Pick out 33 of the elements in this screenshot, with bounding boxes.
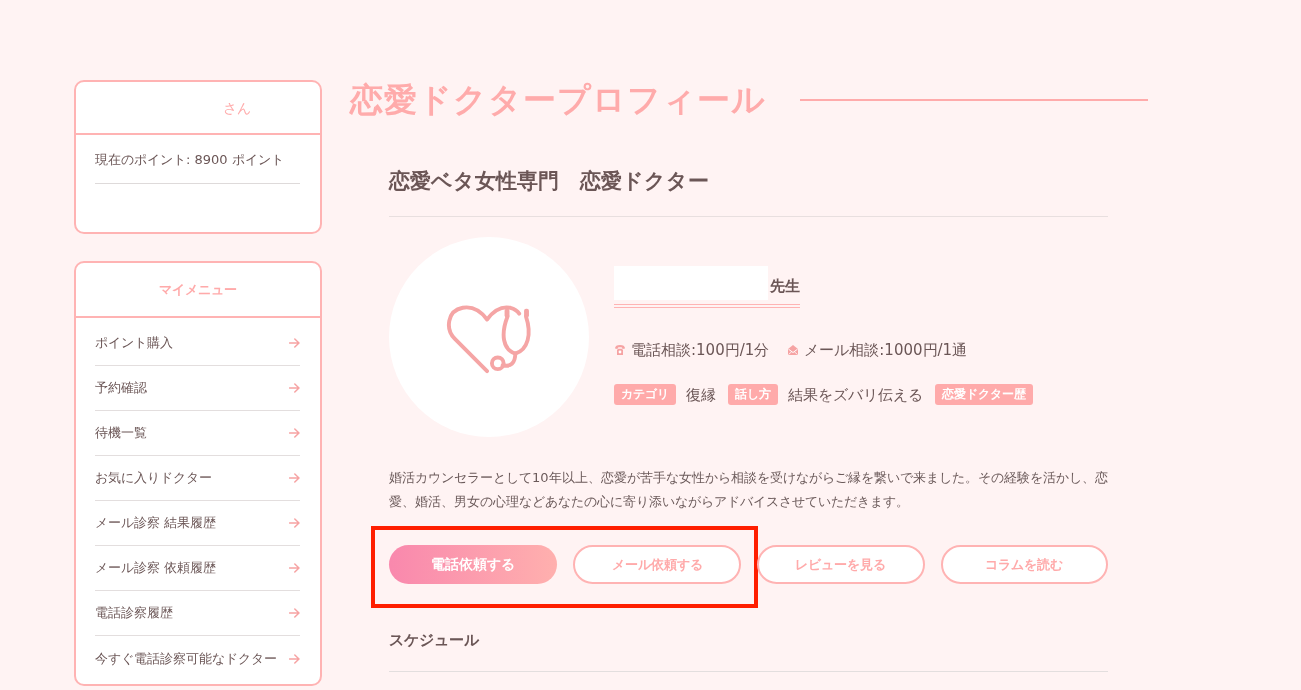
phone-icon bbox=[614, 344, 626, 356]
honorific-label: 先生 bbox=[770, 276, 800, 297]
attribute-tag: 話し方 bbox=[728, 384, 778, 405]
menu-item[interactable]: 電話診察履歴 bbox=[95, 591, 300, 636]
menu-item[interactable]: メール診察 結果履歴 bbox=[95, 501, 300, 546]
arrow-right-icon bbox=[289, 518, 300, 528]
menu-item[interactable]: メール診察 依頼履歴 bbox=[95, 546, 300, 591]
arrow-right-icon bbox=[289, 428, 300, 438]
envelope-icon bbox=[787, 344, 800, 356]
points-balance: 現在のポイント: 8900 ポイント bbox=[95, 151, 285, 169]
attribute-tag: 恋愛ドクター歴 bbox=[935, 384, 1033, 405]
page-title: 恋愛ドクタープロフィール bbox=[350, 80, 766, 120]
attribute-tag: カテゴリ bbox=[614, 384, 676, 405]
arrow-right-icon bbox=[289, 653, 300, 664]
menu-title: マイメニュー bbox=[159, 280, 237, 299]
profile-description: 婚活カウンセラーとして10年以上、恋愛が苦手な女性から相談を受けながらご縁を繋いで来ました。その経験を活かし、恋愛、婚活、男女の心理などあなたの心に寄り添いながらアドバイスさせていただきます。 bbox=[389, 469, 1108, 511]
profile-headline: 恋愛ベタ女性専門 恋愛ドクター bbox=[389, 168, 709, 195]
menu-item[interactable]: ポイント購入 bbox=[95, 321, 300, 366]
menu-item[interactable]: 今すぐ電話診察可能なドクター bbox=[95, 636, 300, 681]
schedule-heading: スケジュール bbox=[389, 630, 480, 651]
menu-item[interactable]: お気に入りドクター bbox=[95, 456, 300, 501]
arrow-right-icon bbox=[289, 383, 300, 393]
attribute-value: 結果をズバリ伝える bbox=[788, 384, 923, 405]
arrow-right-icon bbox=[289, 338, 300, 348]
arrow-right-icon bbox=[289, 608, 300, 618]
menu-item[interactable]: 予約確認 bbox=[95, 366, 300, 411]
arrow-right-icon bbox=[289, 563, 300, 573]
attribute-value: 復縁 bbox=[686, 384, 716, 405]
price-text: 電話相談:100円/1分 bbox=[631, 340, 770, 361]
user-name-suffix: さん bbox=[223, 98, 251, 117]
price-text: メール相談:1000円/1通 bbox=[804, 340, 968, 361]
menu-item[interactable]: 待機一覧 bbox=[95, 411, 300, 456]
arrow-right-icon bbox=[289, 473, 300, 483]
